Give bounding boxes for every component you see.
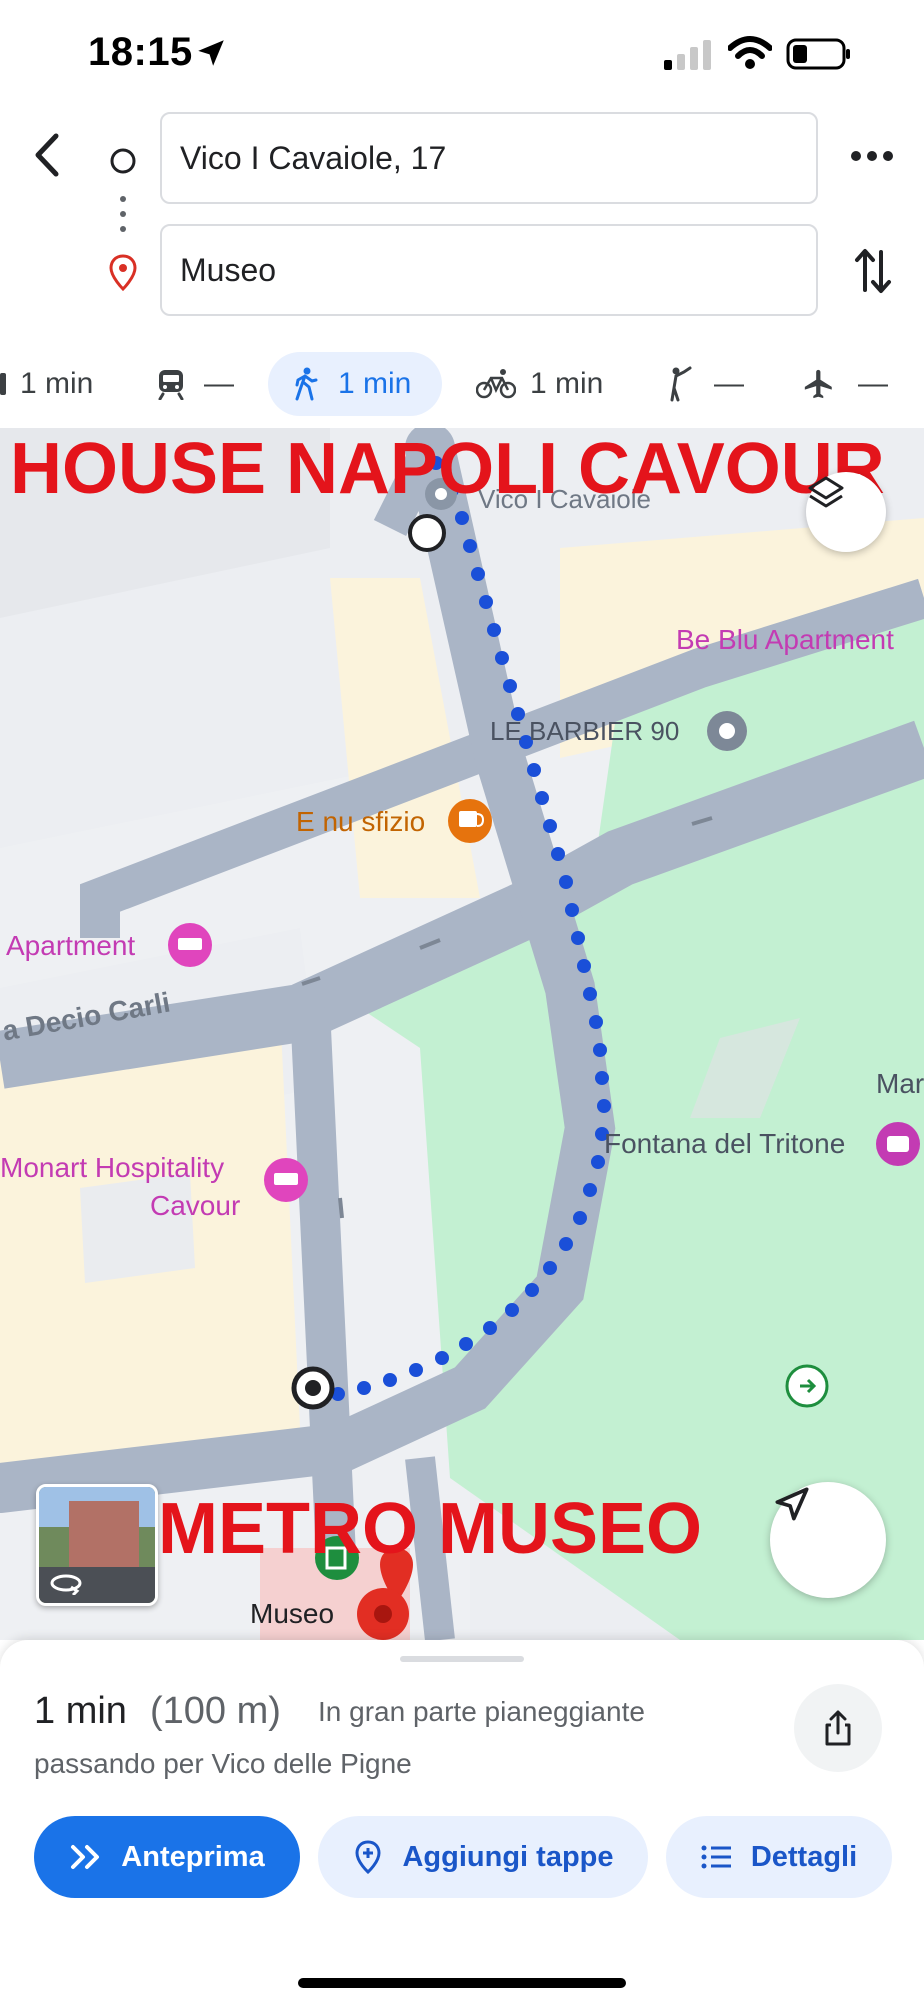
- overlay-house-napoli-cavour: HOUSE NAPOLI CAVOUR: [10, 429, 885, 509]
- mode-car-label: 1 min: [20, 367, 94, 400]
- cellular-signal-icon: [664, 40, 711, 70]
- navigate-button[interactable]: [770, 1482, 886, 1598]
- travel-mode-bar: 1 min — 1 min 1 min — —: [0, 342, 924, 426]
- back-arrow-icon[interactable]: [28, 130, 68, 180]
- walk-icon: [295, 367, 318, 401]
- details-label: Dettagli: [750, 1840, 858, 1873]
- layers-icon: [808, 476, 844, 508]
- mode-bike-label: 1 min: [530, 367, 604, 400]
- more-options-icon[interactable]: [850, 148, 894, 164]
- map-label-be-blu: Be Blu Apartment: [676, 624, 894, 655]
- details-button[interactable]: Dettagli: [666, 1816, 892, 1898]
- street-view-thumbnail[interactable]: [36, 1484, 158, 1606]
- train-icon: [158, 370, 184, 400]
- rotate-360-icon: [50, 1574, 82, 1595]
- add-stop-pin-icon: [355, 1840, 381, 1875]
- battery-icon: [786, 38, 850, 70]
- map-view[interactable]: Vico I Cavaiole Be Blu Apartment LE BARB…: [0, 428, 924, 1640]
- route-distance: (100 m): [150, 1690, 281, 1732]
- map-label-barbier: LE BARBIER 90: [490, 716, 680, 746]
- mode-rideshare-label: —: [714, 367, 744, 400]
- double-chevron-icon: [71, 1845, 100, 1869]
- list-icon: [701, 1845, 731, 1869]
- share-button[interactable]: [794, 1684, 882, 1772]
- hail-icon: [670, 366, 692, 402]
- map-label-nu-sfizio: E nu sfizio: [296, 806, 426, 837]
- mode-walk[interactable]: 1 min: [268, 352, 442, 416]
- layers-button[interactable]: [806, 472, 886, 552]
- map-canvas: [0, 428, 924, 1640]
- status-bar: 18:15: [0, 0, 924, 105]
- map-label-fontana: Fontana del Tritone: [604, 1128, 846, 1159]
- add-stops-button[interactable]: Aggiungi tappe: [318, 1816, 648, 1898]
- map-label-apartment: Apartment: [6, 930, 136, 961]
- preview-label: Anteprima: [121, 1840, 265, 1873]
- mode-transit[interactable]: —: [156, 352, 234, 416]
- drag-handle[interactable]: [400, 1656, 524, 1662]
- wifi-icon: [728, 36, 772, 69]
- destination-input[interactable]: Museo: [160, 224, 818, 316]
- airplane-icon: [804, 369, 832, 399]
- route-duration: 1 min: [34, 1690, 127, 1732]
- route-start-marker: [408, 514, 446, 552]
- share-icon: [825, 1710, 851, 1746]
- map-label-monart-2: Cavour: [150, 1190, 241, 1221]
- mode-car[interactable]: 1 min: [0, 352, 93, 416]
- map-label-mar: Mar: [876, 1068, 924, 1099]
- location-arrow-icon: [198, 40, 224, 66]
- map-label-monart-1: Monart Hospitality: [0, 1152, 225, 1183]
- navigation-arrow-icon: [775, 1487, 809, 1521]
- preview-button[interactable]: Anteprima: [34, 1816, 300, 1898]
- destination-pin-icon: [109, 254, 137, 292]
- mode-flight[interactable]: —: [802, 352, 888, 416]
- route-terrain: In gran parte pianeggiante: [318, 1696, 645, 1727]
- mode-rideshare[interactable]: —: [664, 352, 744, 416]
- add-stops-label: Aggiungi tappe: [402, 1840, 614, 1873]
- overlay-metro-museo: METRO MUSEO: [158, 1489, 703, 1569]
- mode-transit-label: —: [204, 367, 234, 400]
- status-time: 18:15: [88, 30, 193, 74]
- map-label-museo: Museo: [250, 1598, 335, 1629]
- origin-input[interactable]: Vico I Cavaiole, 17: [160, 112, 818, 204]
- mode-walk-label: 1 min: [338, 367, 412, 400]
- car-icon: [0, 373, 6, 395]
- mode-bike[interactable]: 1 min: [476, 352, 603, 416]
- bike-icon: [476, 369, 516, 399]
- swap-icon[interactable]: [852, 246, 894, 296]
- route-via: passando per Vico delle Pigne: [34, 1748, 412, 1779]
- route-dots-icon: [120, 196, 126, 232]
- route-summary-sheet: 1 min (100 m) In gran parte pianeggiante…: [0, 1640, 924, 2000]
- origin-circle-icon: [110, 148, 136, 174]
- mode-flight-label: —: [858, 367, 888, 400]
- home-indicator: [298, 1978, 626, 1988]
